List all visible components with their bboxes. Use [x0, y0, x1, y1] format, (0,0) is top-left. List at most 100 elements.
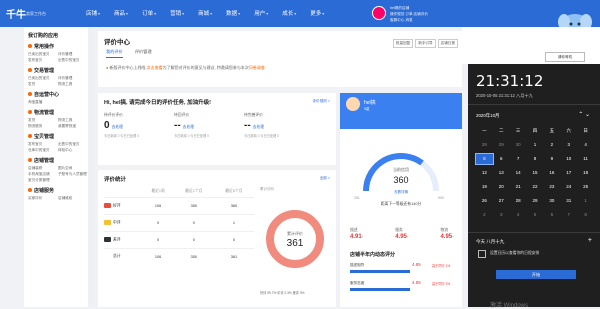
- nav-item-mall[interactable]: 商城▾: [198, 9, 212, 17]
- calendar-day[interactable]: 7: [560, 210, 577, 220]
- calendar-day[interactable]: 29: [527, 196, 544, 206]
- calendar-day[interactable]: 1: [577, 196, 594, 206]
- daily-report-button[interactable]: 店铺日报: [437, 39, 458, 48]
- sidebar-section-shop[interactable]: 店铺管理: [24, 157, 88, 164]
- store-avatar[interactable]: [346, 97, 360, 111]
- sidebar-link[interactable]: 店铺维权: [58, 195, 88, 201]
- sidebar-section-common[interactable]: 常用操作: [24, 43, 88, 50]
- sidebar-link[interactable]: 我要寄快递: [58, 123, 88, 129]
- sidebar-section-self-ops[interactable]: 自运营中心: [24, 91, 88, 98]
- all-link[interactable]: 全部 >: [320, 176, 330, 181]
- user-links-2[interactable]: 客服中心 消息: [390, 18, 413, 23]
- nav-item-marketing[interactable]: 营销▾: [170, 9, 184, 17]
- nav-item-users[interactable]: 用户▾: [254, 9, 268, 17]
- sidebar-section-service[interactable]: 店铺服务: [24, 187, 88, 194]
- sidebar-link[interactable]: 体检中心: [58, 147, 88, 153]
- calendar-day[interactable]: 14: [510, 168, 527, 178]
- gauge-detail-link[interactable]: 去看详情: [394, 189, 408, 194]
- calendar-day[interactable]: 30: [543, 196, 560, 206]
- sidebar-link[interactable]: 仓库中的宝贝: [28, 147, 58, 153]
- sidebar-section-logistics[interactable]: 物流管理: [24, 109, 88, 116]
- tab-my-reviews[interactable]: 我的评价: [106, 49, 123, 58]
- calendar-day[interactable]: 17: [560, 168, 577, 178]
- calendar-day[interactable]: 2: [476, 210, 493, 220]
- notice-link[interactable]: 点击查看: [147, 65, 163, 70]
- calendar-day[interactable]: 28: [476, 140, 493, 150]
- calendar-day[interactable]: 2: [543, 140, 560, 150]
- calendar-day[interactable]: 15: [527, 168, 544, 178]
- calendar-day[interactable]: 6: [543, 210, 560, 220]
- avatar[interactable]: [372, 6, 386, 20]
- calendar-day[interactable]: 6: [493, 154, 510, 164]
- calendar-day[interactable]: 30: [510, 140, 527, 150]
- calendar-day[interactable]: 26: [476, 196, 493, 206]
- calendar-day[interactable]: 27: [493, 196, 510, 206]
- calendar-day[interactable]: 20: [493, 182, 510, 192]
- calendar-day[interactable]: 10: [560, 154, 577, 164]
- calendar-day[interactable]: 13: [493, 168, 510, 178]
- chevron-down-icon[interactable]: ⌄: [585, 112, 590, 118]
- calendar-day[interactable]: 18: [577, 168, 594, 178]
- calendar-day[interactable]: 22: [527, 182, 544, 192]
- calendar-day[interactable]: 3: [493, 210, 510, 220]
- nav-item-data[interactable]: 数据▾: [226, 9, 240, 17]
- calendar-day[interactable]: 4: [577, 140, 594, 150]
- add-event-icon[interactable]: +: [588, 237, 592, 244]
- sidebar-section-goods[interactable]: 宝贝管理: [24, 133, 88, 140]
- nav-item-goods[interactable]: 商品▾: [114, 9, 128, 17]
- sidebar-link[interactable]: 出售中的宝贝: [58, 57, 88, 63]
- guide-button[interactable]: 新手引导: [415, 39, 436, 48]
- calendar-day[interactable]: 1: [527, 140, 544, 150]
- tab-review-management[interactable]: 评价管理: [135, 49, 152, 58]
- calendar-day-today[interactable]: 5: [475, 153, 494, 165]
- sidebar-link[interactable]: 子账号与人员管理: [58, 171, 88, 177]
- survey-link[interactable]: 问卷调查: [249, 65, 265, 70]
- sidebar-link[interactable]: 物流工具: [58, 81, 88, 87]
- nav-item-shop[interactable]: 店铺▾: [86, 9, 100, 17]
- calendar-day[interactable]: 3: [560, 140, 577, 150]
- calendar-day[interactable]: 25: [577, 182, 594, 192]
- calendar-day[interactable]: 19: [476, 182, 493, 192]
- calendar-day[interactable]: 24: [560, 182, 577, 192]
- clock-date[interactable]: 2020-10-05 21:31:12 八月十九: [476, 93, 533, 99]
- sidebar-link[interactable]: 宝贝分类管理: [28, 177, 58, 183]
- sidebar-link[interactable]: 物流服务: [28, 123, 58, 129]
- calendar-day[interactable]: 7: [510, 154, 527, 164]
- sidebar-title[interactable]: 我订购的应用: [24, 32, 88, 39]
- calendar-day[interactable]: 16: [543, 168, 560, 178]
- calendar-day[interactable]: 29: [493, 140, 510, 150]
- calendar-day[interactable]: 5: [527, 210, 544, 220]
- calendar-day[interactable]: 9: [543, 154, 560, 164]
- user-menu[interactable]: hel搞的店铺 操作规范 订单 店铺评价 客服中心 消息: [372, 4, 472, 24]
- sidebar-link[interactable]: 发货: [28, 81, 58, 87]
- chevron-up-icon[interactable]: ⌃: [578, 112, 583, 118]
- calendar-day[interactable]: 28: [510, 196, 527, 206]
- assistant-bubble[interactable]: 请你呀机: [545, 52, 585, 62]
- review-rules-link[interactable]: 评价规则 >: [313, 99, 330, 104]
- calendar-day[interactable]: 31: [560, 196, 577, 206]
- calendar-day[interactable]: 23: [543, 182, 560, 192]
- nav-item-orders[interactable]: 订单▾: [142, 9, 156, 17]
- nav-item-more[interactable]: 更多▾: [310, 9, 324, 17]
- nav-item-growth[interactable]: 成长▾: [282, 9, 296, 17]
- calendar-month[interactable]: 2020年10月: [476, 113, 499, 119]
- calendar-day[interactable]: 12: [476, 168, 493, 178]
- sidebar-link[interactable]: 买家评价: [28, 195, 58, 201]
- calendar-day[interactable]: 11: [577, 154, 594, 164]
- agenda-event[interactable]: 设置日历以查看你的日程安排: [476, 247, 594, 263]
- sidebar-section-trade[interactable]: 交易管理: [24, 67, 88, 74]
- app-logo[interactable]: 千牛: [6, 6, 26, 21]
- user-links[interactable]: 操作规范 订单 店铺评价: [390, 12, 428, 17]
- calendar-day[interactable]: 4: [510, 210, 527, 220]
- sidebar-link[interactable]: 淘宝直播: [28, 99, 58, 105]
- sidebar-link[interactable]: 发布宝贝: [28, 57, 58, 63]
- process-link[interactable]: 去处理: [253, 125, 264, 129]
- start-button[interactable]: 开始: [496, 270, 576, 279]
- sidebar-scrollbar[interactable]: [88, 27, 94, 307]
- calendar-day[interactable]: 21: [510, 182, 527, 192]
- calendar-day[interactable]: 8: [577, 210, 594, 220]
- process-link[interactable]: 去处理: [183, 125, 194, 129]
- process-link[interactable]: 去处理: [112, 125, 123, 129]
- calendar-day[interactable]: 8: [527, 154, 544, 164]
- batch-reply-button[interactable]: 批量回复: [392, 39, 414, 48]
